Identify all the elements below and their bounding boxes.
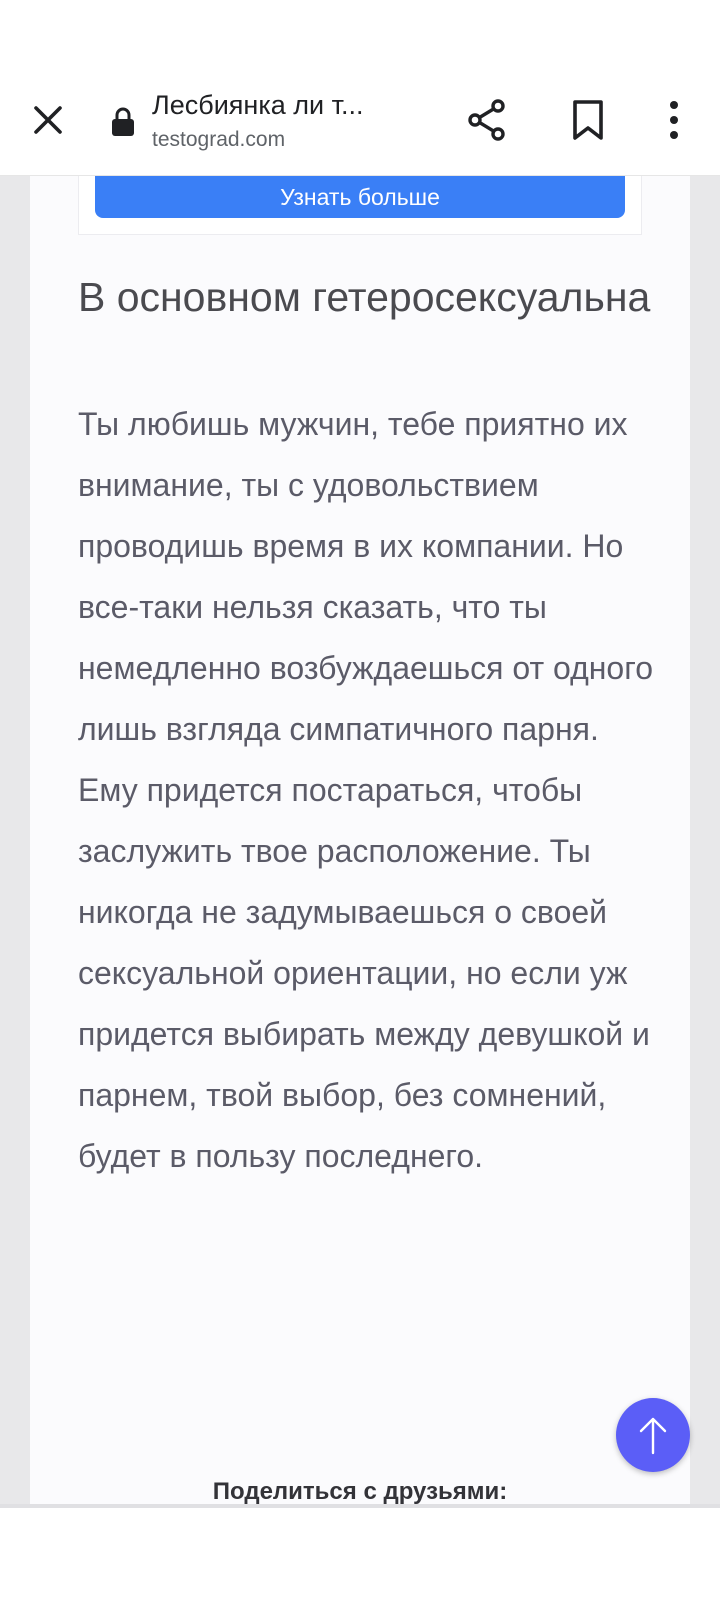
result-card: Узнать больше В основном гетеросексуальн… xyxy=(30,176,690,1504)
status-bar xyxy=(0,0,720,72)
lock-icon xyxy=(110,106,136,138)
scroll-to-top-button[interactable] xyxy=(616,1398,690,1472)
result-title: В основном гетеросексуальна xyxy=(78,274,651,320)
share-icon[interactable] xyxy=(466,98,510,142)
arrow-up-icon xyxy=(639,1417,667,1455)
page-content: Узнать больше В основном гетеросексуальн… xyxy=(0,176,720,1504)
page-title[interactable]: Лесбиянка ли т... xyxy=(152,90,407,121)
page-url[interactable]: testograd.com xyxy=(152,128,285,152)
more-vert-icon[interactable] xyxy=(656,98,692,142)
bottom-bar xyxy=(0,1504,720,1600)
ad-block: Узнать больше xyxy=(78,176,642,235)
close-icon[interactable] xyxy=(24,96,72,144)
learn-more-button[interactable]: Узнать больше xyxy=(95,176,625,218)
bookmark-icon[interactable] xyxy=(568,98,608,142)
browser-toolbar: Лесбиянка ли т... testograd.com xyxy=(0,72,720,176)
share-caption: Поделиться с друзьями: xyxy=(212,1478,508,1504)
result-description: Ты любишь мужчин, тебе приятно их вниман… xyxy=(78,406,653,1174)
